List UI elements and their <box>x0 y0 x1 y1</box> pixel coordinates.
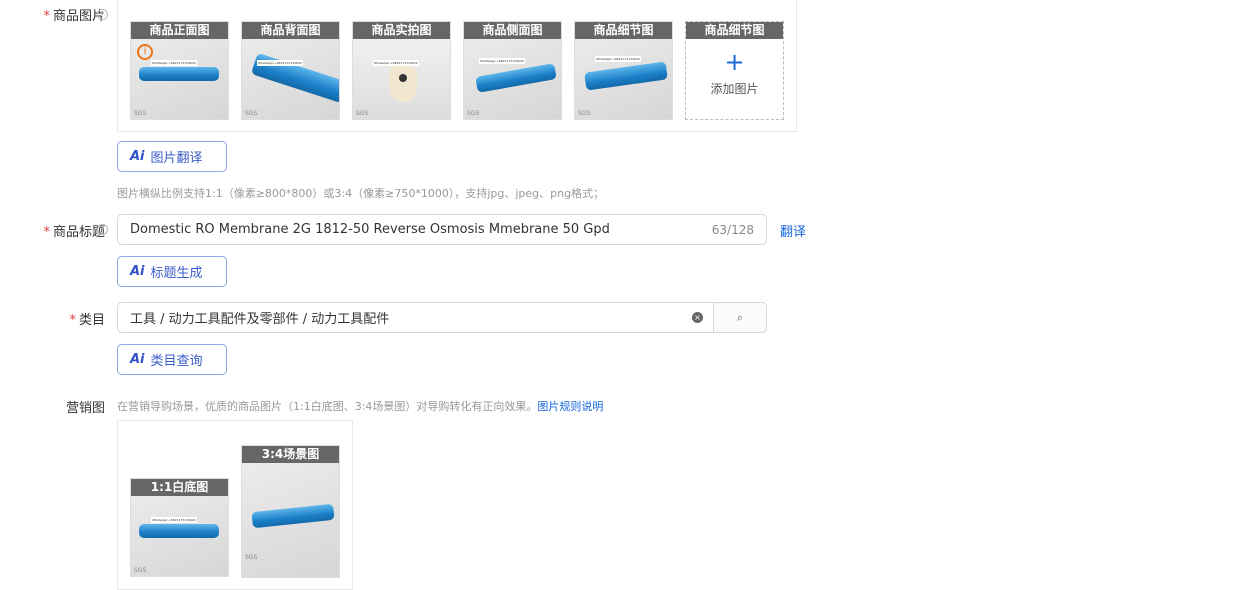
watermark: SGS <box>467 110 480 117</box>
button-label: 图片翻译 <box>150 151 203 166</box>
plus-icon: + <box>724 48 745 76</box>
watermark: SGS <box>134 567 147 574</box>
help-icon[interactable]: ? <box>97 224 108 235</box>
clear-icon[interactable]: × <box>692 312 703 323</box>
product-image-detail[interactable]: 商品细节图 WhatsApp:+8615173134620 SGS <box>574 21 673 120</box>
search-icon: ⌕ <box>736 310 744 324</box>
ai-icon: Ai <box>130 352 145 367</box>
product-image-real[interactable]: 商品实拍图 WhatsApp:+8615173134620 SGS <box>352 21 451 120</box>
image-tag: WhatsApp:+8615173134620 <box>479 58 525 64</box>
marketing-image-square[interactable]: 1:1白底图 WhatsApp:+8615173134620 SGS <box>130 478 229 577</box>
image-caption: 商品正面图 <box>131 22 228 39</box>
add-image-label: 添加图片 <box>710 82 759 96</box>
add-image-button[interactable]: 商品细节图 + 添加图片 <box>685 21 784 120</box>
marketing-image-scene[interactable]: 3:4场景图 SGS <box>241 445 340 578</box>
image-caption: 商品细节图 <box>575 22 672 39</box>
image-caption: 3:4场景图 <box>242 446 339 463</box>
translate-link[interactable]: 翻译 <box>780 221 806 240</box>
title-generate-button[interactable]: Ai 标题生成 <box>117 256 227 287</box>
category-query-button[interactable]: Ai 类目查询 <box>117 344 227 375</box>
image-tag: WhatsApp:+8615173134620 <box>373 60 419 66</box>
button-label: 类目查询 <box>150 354 203 369</box>
image-tag: WhatsApp:+8615173134620 <box>257 60 303 66</box>
image-caption: 1:1白底图 <box>131 479 228 496</box>
watermark: SGS <box>245 110 258 117</box>
image-caption: 商品侧面图 <box>464 22 561 39</box>
category-input[interactable]: 工具 / 动力工具配件及零部件 / 动力工具配件 × ⌕ <box>117 302 767 333</box>
product-image-front[interactable]: 商品正面图 WhatsApp:+8615173134620 i SGS <box>130 21 229 120</box>
watermark: SGS <box>578 110 591 117</box>
title-input[interactable]: Domestic RO Membrane 2G 1812-50 Reverse … <box>117 214 767 245</box>
images-label: * 商品图片 <box>43 9 105 24</box>
button-label: 标题生成 <box>150 266 203 281</box>
title-value: Domestic RO Membrane 2G 1812-50 Reverse … <box>130 222 610 237</box>
ai-icon: Ai <box>130 264 145 279</box>
marketing-hint: 在营销导购场景，优质的商品图片（1:1白底图、3:4场景图）对导购转化有正向效果… <box>117 400 538 413</box>
product-image-side[interactable]: 商品侧面图 WhatsApp:+8615173134620 SGS <box>463 21 562 120</box>
info-icon[interactable]: i <box>137 44 153 60</box>
images-hint: 图片横纵比例支持1:1（像素≥800*800）或3:4（像素≥750*1000）… <box>117 187 605 200</box>
marketing-images-panel: 1:1白底图 WhatsApp:+8615173134620 SGS 3:4场景… <box>117 420 353 590</box>
image-translate-button[interactable]: Ai 图片翻译 <box>117 141 227 172</box>
image-caption: 商品细节图 <box>686 22 783 39</box>
ai-icon: Ai <box>130 149 145 164</box>
image-caption: 商品背面图 <box>242 22 339 39</box>
category-value: 工具 / 动力工具配件及零部件 / 动力工具配件 <box>130 312 390 327</box>
marketing-label: 营销图 <box>65 401 105 416</box>
watermark: SGS <box>134 110 147 117</box>
search-button[interactable]: ⌕ <box>713 303 766 332</box>
watermark: SGS <box>356 110 369 117</box>
image-rules-link[interactable]: 图片规则说明 <box>537 400 603 413</box>
char-count: 63/128 <box>711 222 754 237</box>
watermark: SGS <box>245 554 258 561</box>
image-tag: WhatsApp:+8615173134620 <box>595 56 641 62</box>
product-image-back[interactable]: 商品背面图 WhatsApp:+8615173134620 SGS <box>241 21 340 120</box>
image-caption: 商品实拍图 <box>353 22 450 39</box>
image-tag: WhatsApp:+8615173134620 <box>151 517 197 523</box>
help-icon[interactable]: ? <box>97 9 108 20</box>
product-images-panel: 商品正面图 WhatsApp:+8615173134620 i SGS 商品背面… <box>117 0 797 132</box>
image-tag: WhatsApp:+8615173134620 <box>151 60 197 66</box>
category-label: * 类目 <box>69 313 105 328</box>
title-label: * 商品标题 <box>43 225 105 240</box>
